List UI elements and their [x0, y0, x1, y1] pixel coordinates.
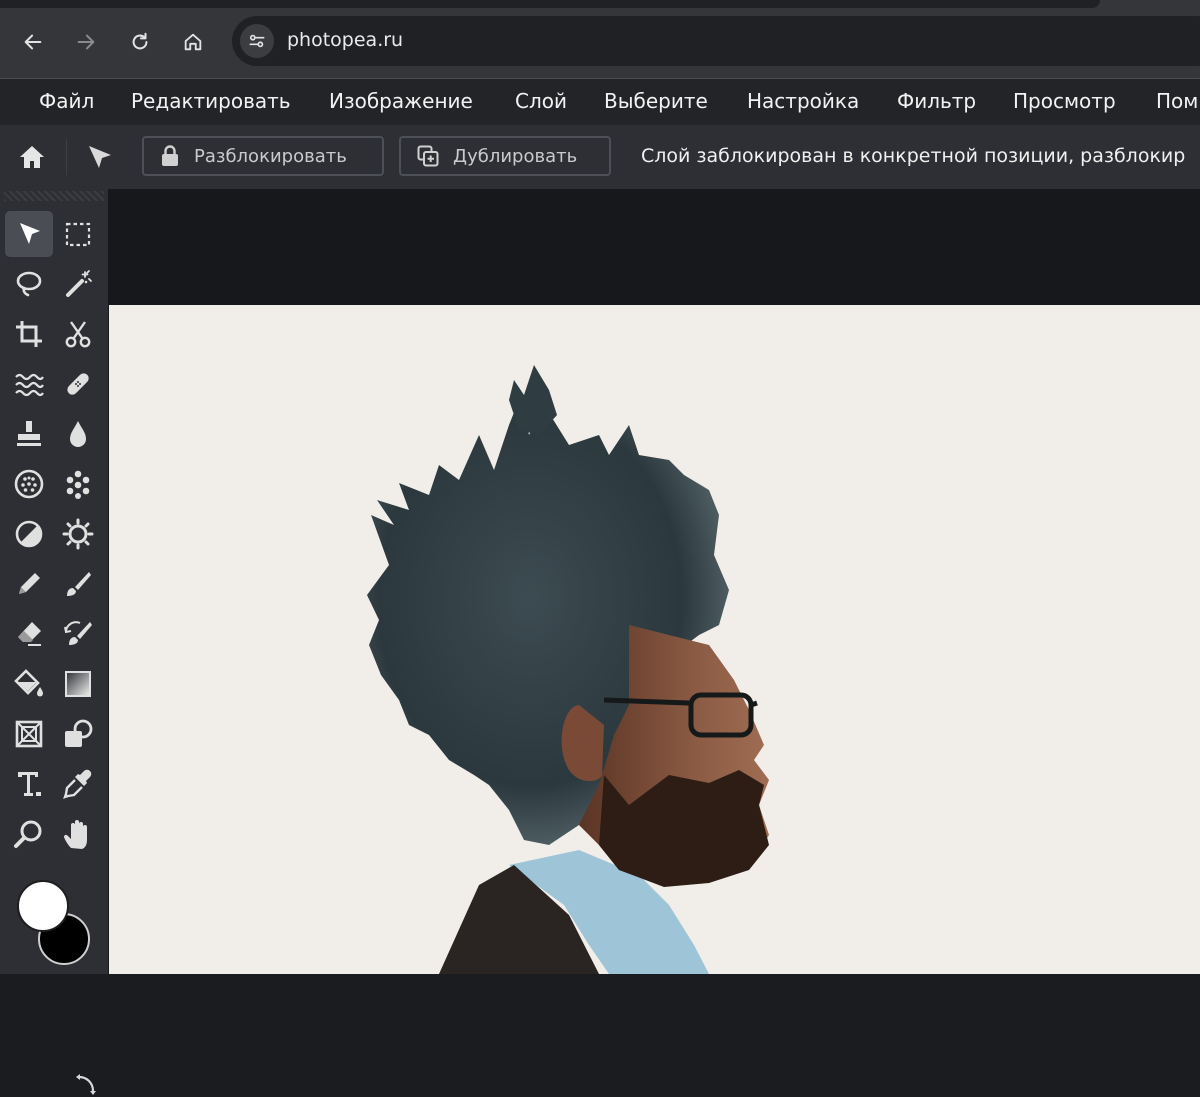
menu-edit[interactable]: Редактировать: [131, 79, 291, 125]
tab-strip: [0, 0, 1100, 8]
menu-view[interactable]: Просмотр: [1013, 79, 1116, 125]
history-brush-tool[interactable]: [54, 611, 102, 657]
half-circle-icon: [15, 520, 43, 548]
dots-pattern-icon: [66, 470, 90, 499]
address-bar[interactable]: photopea.ru: [232, 16, 1200, 66]
lock-icon: [162, 145, 178, 166]
workspace[interactable]: [108, 189, 1200, 974]
menu-filter[interactable]: Фильтр: [897, 79, 976, 125]
menu-select[interactable]: Выберите: [604, 79, 708, 125]
eraser-icon: [18, 622, 41, 646]
sun-icon: [62, 518, 94, 550]
duplicate-label: Дублировать: [453, 145, 578, 167]
magic-wand-icon: [66, 270, 92, 297]
move-tool[interactable]: [5, 211, 53, 257]
lasso-tool[interactable]: [5, 261, 53, 307]
lasso-icon: [16, 271, 42, 297]
layer-locked-message: Слой заблокирован в конкретной позиции, …: [641, 145, 1186, 167]
menu-adjustments[interactable]: Настройка: [747, 79, 859, 125]
scissors-tool[interactable]: [54, 311, 102, 357]
paint-bucket-tool[interactable]: [5, 661, 53, 707]
document-canvas[interactable]: [109, 305, 1200, 974]
marquee-icon: [65, 222, 91, 247]
hand-tool[interactable]: [54, 811, 102, 857]
waves-icon: [15, 373, 44, 397]
eyedropper-tool[interactable]: [54, 761, 102, 807]
arrow-left-icon: [24, 34, 42, 50]
sponge-icon: [14, 469, 44, 499]
home-icon: [184, 33, 202, 51]
liquify-tool[interactable]: [5, 361, 53, 407]
sharpen-tool[interactable]: [54, 511, 102, 557]
site-info-button[interactable]: [240, 24, 274, 58]
browser-toolbar: photopea.ru: [0, 0, 1200, 79]
hand-icon: [64, 820, 87, 849]
type-icon: [18, 772, 41, 796]
reload-button[interactable]: [124, 26, 156, 58]
duplicate-icon: [417, 145, 439, 167]
options-bar: Разблокировать Дублировать Слой заблокир…: [0, 125, 1200, 189]
healing-tool[interactable]: [54, 361, 102, 407]
back-button[interactable]: [17, 26, 49, 58]
divider: [66, 139, 67, 175]
forward-button[interactable]: [70, 26, 102, 58]
duplicate-button[interactable]: Дублировать: [399, 136, 611, 176]
history-brush-icon: [64, 621, 92, 645]
shape-tool[interactable]: [54, 711, 102, 757]
shapes-icon: [65, 719, 93, 747]
foreground-color-swatch[interactable]: [17, 880, 69, 932]
swap-colors-icon[interactable]: [74, 1073, 98, 1097]
stamp-icon: [17, 421, 41, 446]
eyedropper-icon: [63, 769, 92, 799]
sponge-tool[interactable]: [5, 461, 53, 507]
eraser-tool[interactable]: [5, 611, 53, 657]
frame-icon: [15, 720, 43, 748]
tools-panel: [0, 189, 108, 1095]
app-menu-bar: Файл Редактировать Изображение Слой Выбе…: [0, 79, 1200, 125]
frame-tool[interactable]: [5, 711, 53, 757]
menu-file[interactable]: Файл: [39, 79, 94, 125]
paint-bucket-icon: [14, 669, 43, 697]
pattern-tool[interactable]: [54, 461, 102, 507]
move-arrow-icon[interactable]: [84, 141, 116, 173]
bandage-icon: [67, 373, 89, 395]
crop-icon: [16, 321, 42, 347]
drop-icon: [70, 421, 86, 447]
gradient-tool[interactable]: [54, 661, 102, 707]
menu-help[interactable]: Пом: [1156, 79, 1198, 125]
home-icon[interactable]: [16, 141, 48, 173]
url-text[interactable]: photopea.ru: [287, 29, 403, 51]
crop-tool[interactable]: [5, 311, 53, 357]
blur-tool[interactable]: [54, 411, 102, 457]
double-exposure-portrait-image: [367, 365, 769, 974]
magic-wand-tool[interactable]: [54, 261, 102, 307]
panel-grip[interactable]: [4, 191, 104, 201]
menu-image[interactable]: Изображение: [329, 79, 473, 125]
gradient-icon: [65, 671, 91, 697]
home-button[interactable]: [177, 26, 209, 58]
arrow-right-icon: [77, 34, 95, 50]
magnifier-icon: [14, 820, 42, 848]
scissors-icon: [65, 321, 91, 348]
brush-tool[interactable]: [54, 561, 102, 607]
reload-icon: [132, 32, 148, 50]
pencil-tool[interactable]: [5, 561, 53, 607]
zoom-tool[interactable]: [5, 811, 53, 857]
brush-icon: [67, 572, 91, 596]
stamp-tool[interactable]: [5, 411, 53, 457]
unlock-label: Разблокировать: [194, 145, 347, 167]
marquee-tool[interactable]: [54, 211, 102, 257]
tune-icon: [249, 34, 265, 48]
move-arrow-icon: [20, 223, 40, 244]
type-tool[interactable]: [5, 761, 53, 807]
menu-layer[interactable]: Слой: [515, 79, 567, 125]
unlock-button[interactable]: Разблокировать: [142, 136, 384, 176]
dodge-tool[interactable]: [5, 511, 53, 557]
pencil-icon: [19, 573, 40, 594]
